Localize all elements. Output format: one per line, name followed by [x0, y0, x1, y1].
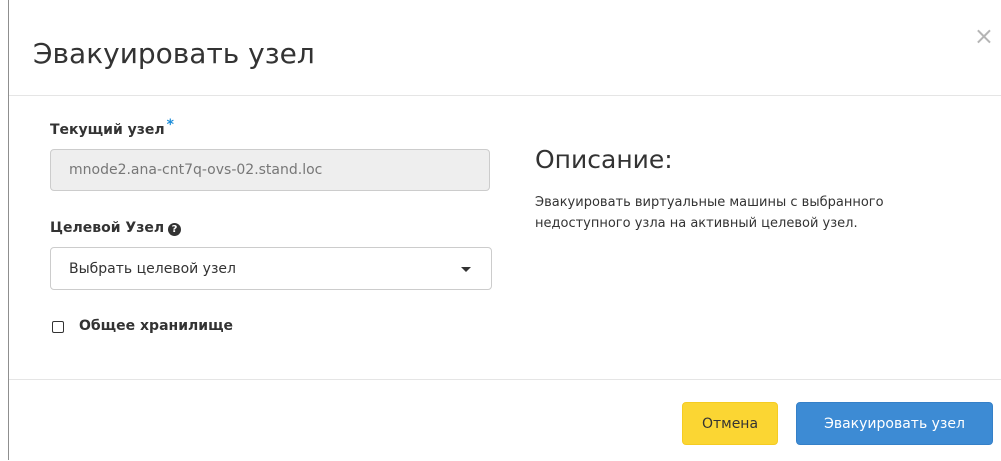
shared-storage-checkbox[interactable] [52, 321, 64, 333]
target-node-label: Целевой Узел? [50, 219, 182, 237]
target-node-select-value: Выбрать целевой узел [69, 261, 236, 277]
dialog-title: Эвакуировать узел [33, 37, 315, 70]
evacuate-node-dialog: Эвакуировать узел × Текущий узел* Целево… [8, 0, 1001, 460]
dialog-footer: Отмена Эвакуировать узел [9, 379, 1001, 461]
close-icon[interactable]: × [974, 22, 994, 50]
current-node-field[interactable] [50, 149, 490, 191]
description-title: Описание: [535, 145, 673, 174]
chevron-down-icon [461, 267, 471, 272]
question-circle-icon[interactable]: ? [168, 223, 182, 236]
description-text: Эвакуировать виртуальные машины с выбран… [535, 195, 884, 231]
current-node-label-text: Текущий узел [50, 122, 165, 138]
target-node-label-text: Целевой Узел [50, 220, 165, 236]
target-node-select[interactable]: Выбрать целевой узел [50, 247, 492, 290]
required-marker: * [166, 117, 174, 133]
dialog-header: Эвакуировать узел × [9, 0, 1001, 96]
current-node-label: Текущий узел * [50, 117, 174, 139]
shared-storage-label[interactable]: Общее хранилище [79, 317, 233, 335]
cancel-button[interactable]: Отмена [682, 402, 778, 445]
evacuate-node-button[interactable]: Эвакуировать узел [796, 402, 993, 445]
